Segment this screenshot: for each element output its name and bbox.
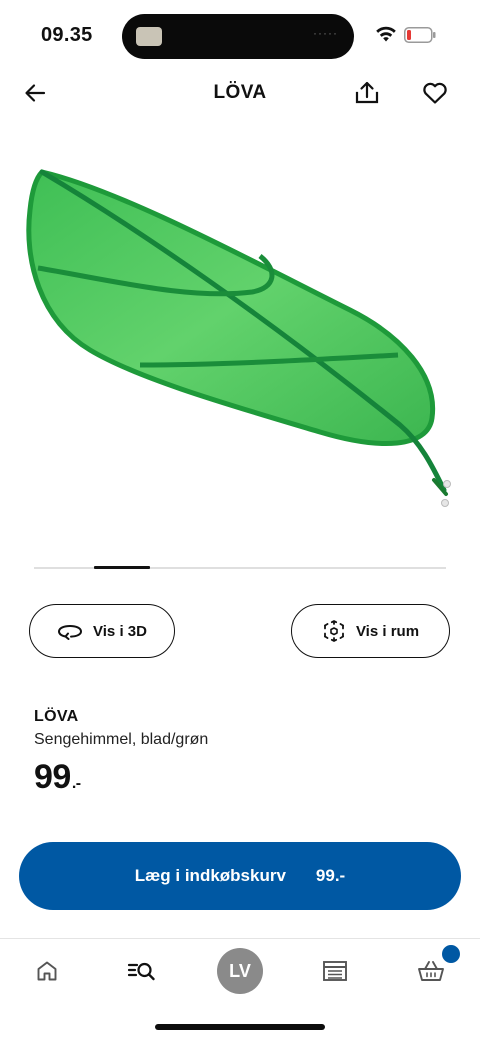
home-icon <box>37 961 57 981</box>
basket-count-badge <box>440 943 462 965</box>
basket-icon <box>418 961 444 981</box>
rotate-3d-icon <box>58 624 83 640</box>
nav-profile-avatar[interactable]: LV <box>217 948 263 994</box>
add-to-cart-price: 99.- <box>315 866 346 885</box>
share-icon <box>355 81 379 104</box>
view-in-room-button[interactable]: Vis i rum <box>291 604 450 658</box>
status-time: 09.35 <box>41 24 93 46</box>
nav-search[interactable] <box>120 951 164 991</box>
battery-icon <box>404 27 436 43</box>
carousel-active-segment <box>94 566 150 569</box>
island-dots-icon: ····· <box>313 26 338 40</box>
view-in-room-label: Vis i rum <box>355 622 420 640</box>
price-main: 99 <box>34 758 71 796</box>
product-image[interactable] <box>20 150 460 530</box>
nav-store[interactable] <box>313 951 357 991</box>
home-indicator[interactable] <box>155 1024 325 1030</box>
now-playing-thumbnail <box>136 27 162 46</box>
heart-icon <box>423 82 447 104</box>
favorite-button[interactable] <box>420 78 450 108</box>
store-icon <box>323 961 347 981</box>
price-suffix: .- <box>71 775 81 792</box>
share-button[interactable] <box>352 78 382 108</box>
ar-cube-icon <box>324 620 344 642</box>
view-3d-button[interactable]: Vis i 3D <box>29 604 175 658</box>
product-description: Sengehimmel, blad/grøn <box>34 731 209 748</box>
view-3d-label: Vis i 3D <box>93 622 147 640</box>
dynamic-island: ····· <box>122 14 354 59</box>
nav-home[interactable] <box>25 951 69 991</box>
app-header: LÖVA <box>0 70 480 116</box>
leaf-canopy-image <box>26 169 451 507</box>
page-title: LÖVA <box>213 82 267 103</box>
product-name: LÖVA <box>34 708 79 725</box>
product-price: 99 .- <box>34 758 81 797</box>
status-bar: 09.35 ····· <box>0 0 480 70</box>
search-list-icon <box>127 962 155 981</box>
image-carousel-indicator <box>34 566 446 569</box>
wifi-icon <box>376 26 396 42</box>
add-to-cart-label: Læg i indkøbskurv <box>134 866 286 885</box>
add-to-cart-button[interactable]: Læg i indkøbskurv 99.- <box>19 842 461 910</box>
